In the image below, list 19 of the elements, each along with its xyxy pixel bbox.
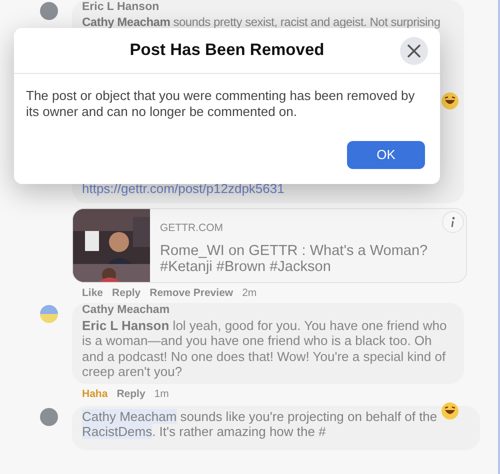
comment-text: Eric L Hanson lol yeah, good for you. You have one friend who is a woman—and you have one friend who is a black too. Oh and a podcast! No one does that! Wow! You're a special kind of creep aren't you? (82, 318, 448, 380)
link-domain: GETTR.COM (160, 220, 224, 236)
action-link[interactable]: Like (82, 286, 104, 302)
dialog-title: Post Has Been Removed (130, 40, 324, 62)
link[interactable]: https://gettr.com/post/p12zdpk5631 (82, 181, 284, 196)
ok-button[interactable]: OK (347, 140, 425, 168)
author-name[interactable]: Cathy Meacham (82, 302, 454, 318)
timestamp: 1m (154, 386, 169, 402)
reaction-link[interactable]: Haha (82, 386, 108, 403)
action-link[interactable]: Reply (116, 386, 146, 403)
action-link[interactable]: Remove Preview (150, 286, 234, 302)
timestamp: 2m (242, 286, 257, 301)
dialog-message: The post or object that you were commenting has been removed by its owner and can no longer be commented on. (25, 87, 416, 120)
author-name[interactable]: Eric L Hanson (82, 0, 454, 15)
comment-text: Cathy Meacham sounds pretty sexist, racist and ageist. Not surprising (82, 14, 442, 30)
action-link[interactable]: Reply (112, 286, 141, 302)
link-preview-card[interactable]: GETTR.COM Rome_WI on GETTR : What's a Woman? #Ketanji #Brown #Jackson (72, 208, 467, 283)
link-title: Rome_WI on GETTR : What's a Woman? #Ketanji #Brown #Jackson (160, 242, 429, 276)
reply-field[interactable]: Cathy Meacham sounds like you're projecting on behalf of the RacistDems. It's rather amazing how the # (72, 406, 480, 450)
